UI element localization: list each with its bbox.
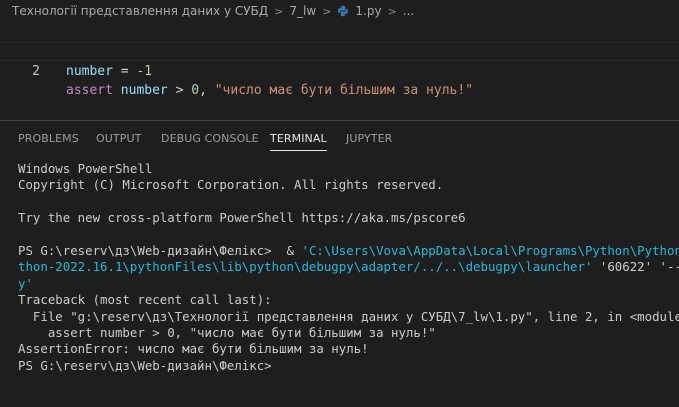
chevron-right-icon: > — [387, 4, 397, 18]
terminal-line: assert number > 0, "число має бути більш… — [18, 324, 436, 340]
terminal-line: Traceback (most recent call last): — [18, 292, 272, 308]
code-token: = — [112, 64, 137, 79]
bottom-panel: PROBLEMS OUTPUT DEBUG CONSOLE TERMINAL J… — [0, 120, 679, 407]
terminal-path: y' — [18, 275, 33, 291]
terminal-line: Try the new cross-platform PowerShell ht… — [18, 210, 466, 226]
breadcrumb-file[interactable]: 1.py — [337, 4, 382, 18]
tab-terminal[interactable]: TERMINAL — [270, 121, 327, 157]
terminal-output[interactable]: Windows PowerShell Copyright (C) Microso… — [18, 161, 679, 374]
terminal-line: y' — [18, 276, 679, 292]
code-editor[interactable]: 1 number = -1 2 assert number > 0, "числ… — [0, 22, 679, 120]
terminal-args: '60622' '--' 'g:\ — [599, 259, 679, 275]
terminal-path: thon-2022.16.1\pythonFiles\lib\python\de… — [18, 259, 593, 275]
breadcrumb-more[interactable]: ... — [403, 4, 414, 18]
code-token: "число має бути більшим за нуль!" — [214, 83, 474, 98]
code-line-2[interactable]: 2 assert number > 0, "число має бути біл… — [0, 42, 679, 98]
breadcrumb-file-label: 1.py — [355, 4, 382, 18]
code-token: > — [167, 83, 192, 98]
terminal-line: File "g:\reserv\дз\Технології представле… — [18, 308, 679, 324]
breadcrumb-folder-subd[interactable]: Технології представлення даних у СУБД — [12, 4, 268, 18]
code-text: number = -1 — [66, 62, 152, 81]
code-token: number — [66, 64, 113, 79]
code-text: assert number > 0, "число має бути більш… — [66, 81, 473, 100]
code-token: -1 — [136, 64, 153, 79]
chevron-right-icon: > — [322, 4, 332, 18]
terminal-prompt: PS G:\reserv\дз\Web-дизайн\Фелікс> & — [18, 242, 302, 258]
code-token: 0 — [191, 83, 200, 98]
terminal-line: Copyright (C) Microsoft Corporation. All… — [18, 177, 444, 193]
tab-output[interactable]: OUTPUT — [96, 121, 141, 157]
tab-debug-console[interactable]: DEBUG CONSOLE — [161, 121, 259, 157]
tab-problems[interactable]: PROBLEMS — [18, 121, 79, 157]
python-file-icon — [338, 5, 349, 17]
terminal-line: PS G:\reserv\дз\Web-дизайн\Фелікс> & 'C:… — [18, 243, 679, 259]
code-token: assert — [66, 83, 113, 98]
code-token: number — [120, 83, 168, 98]
code-line-1[interactable]: 1 number = -1 — [0, 24, 679, 79]
terminal-line: AssertionError: число має бути більшим з… — [18, 341, 369, 357]
line-number: 2 — [32, 64, 40, 79]
breadcrumb-folder-7lw[interactable]: 7_lw — [289, 4, 316, 18]
chevron-right-icon: > — [274, 4, 284, 18]
tab-jupyter[interactable]: JUPYTER — [346, 121, 392, 157]
panel-tabs: PROBLEMS OUTPUT DEBUG CONSOLE TERMINAL J… — [0, 121, 679, 157]
terminal-prompt-line: PS G:\reserv\дз\Web-дизайн\Фелікс> — [18, 357, 272, 373]
terminal-line: Windows PowerShell — [18, 161, 153, 176]
breadcrumb: Технології представлення даних у СУБД > … — [0, 0, 679, 22]
terminal-path: 'C:\Users\Vova\AppData\Local\Programs\Py… — [301, 242, 679, 258]
terminal-line: thon-2022.16.1\pythonFiles\lib\python\de… — [18, 259, 679, 275]
code-token: , — [199, 83, 215, 98]
